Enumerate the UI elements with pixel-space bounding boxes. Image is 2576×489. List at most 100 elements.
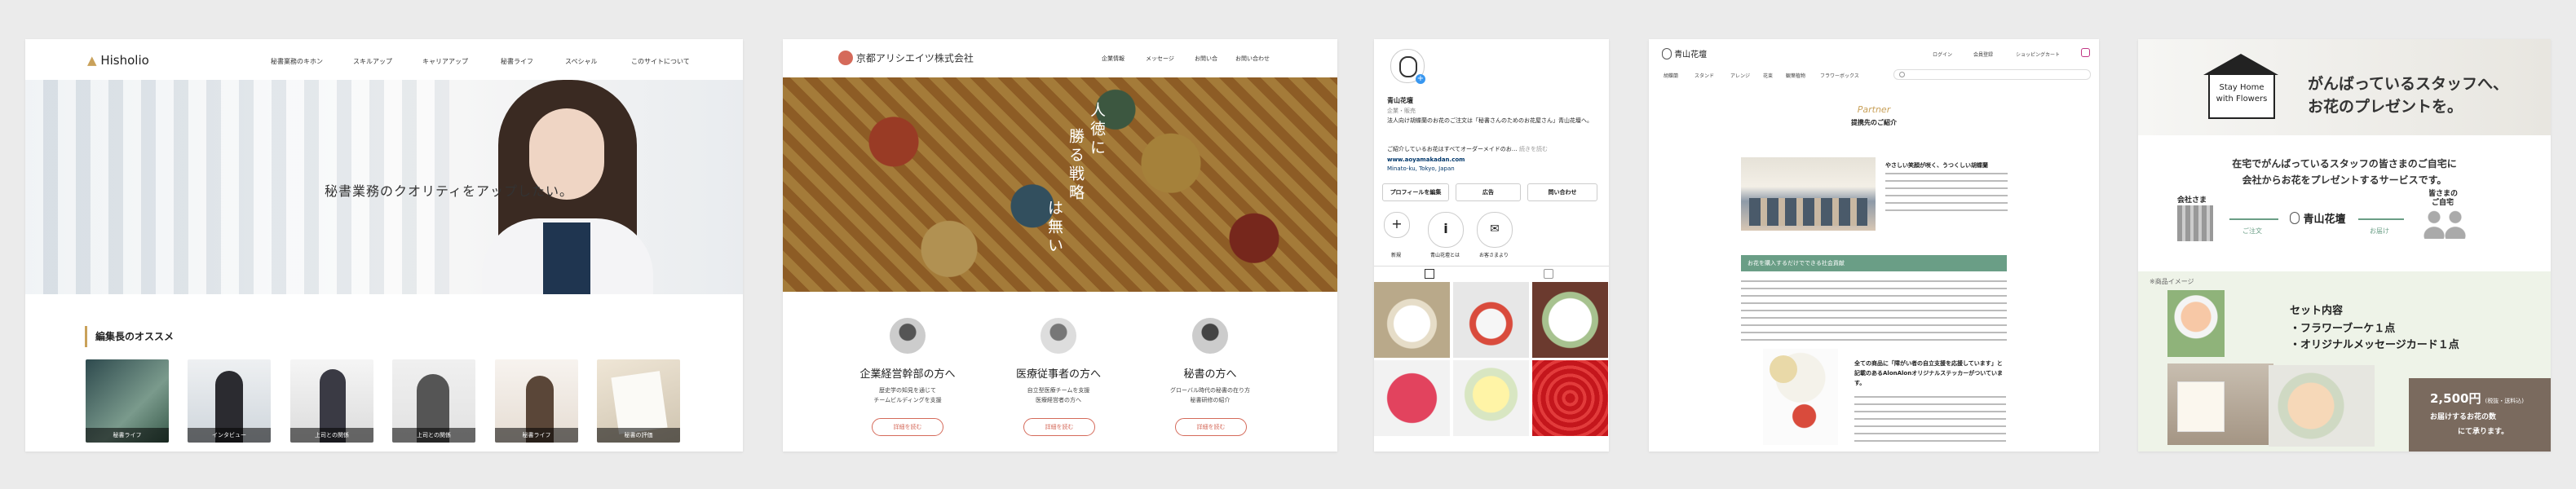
profile-bio: 法人向け胡蝶蘭のお花のご注文は「秘書さんのためのお花屋さん」青山花壇へ。 xyxy=(1387,117,1593,124)
profile-avatar[interactable]: + xyxy=(1390,49,1425,84)
card-aoyama-partner: 青山花壇 ログイン 会員登録 ショッピングカート 胡蝶蘭 スタンド アレンジ 花… xyxy=(1649,39,2099,452)
hero-vertical-line: は無い xyxy=(1045,200,1063,256)
login-link[interactable]: ログイン xyxy=(1933,51,1952,58)
thumb-card[interactable]: 秘書の評価 xyxy=(597,359,680,443)
nav-item[interactable]: フラワーボックス xyxy=(1820,72,1859,79)
add-story-icon[interactable]: + xyxy=(1416,74,1425,84)
detail-button[interactable]: 詳細を読む xyxy=(872,418,943,436)
highlight-new[interactable]: + xyxy=(1384,212,1410,238)
nav-item[interactable]: 企業情報 xyxy=(1102,55,1125,63)
logo-icon xyxy=(2290,212,2300,224)
headline-2: お花のプレゼントを。 xyxy=(2308,98,2463,116)
set-title: セット内容 xyxy=(2290,305,2344,317)
card-stay-home: Stay Home with Flowers がんばっているスタッフへ、 お花の… xyxy=(2138,39,2551,452)
house-roof-icon xyxy=(2203,54,2278,75)
thumb-label: 秘書の評価 xyxy=(597,428,680,443)
detail-button[interactable]: 詳細を読む xyxy=(1023,418,1095,436)
hero-overlay xyxy=(783,77,1337,292)
post-tile[interactable] xyxy=(1453,282,1529,358)
detail-button[interactable]: 詳細を読む xyxy=(1175,418,1247,436)
card-hisholio: ▲ Hisholio 秘書業務のキホン スキルアップ キャリアアップ 秘書ライフ… xyxy=(25,39,743,452)
photo-people xyxy=(1749,198,1867,226)
hero-painting: 人徳に 勝る戦略 は無い xyxy=(783,77,1337,292)
sticker-photo xyxy=(1763,349,1838,445)
thumb-label: 上司との関係 xyxy=(290,428,373,443)
thumb-card[interactable]: 上司との関係 xyxy=(290,359,373,443)
post-tile[interactable] xyxy=(1532,282,1608,358)
cart-link[interactable]: ショッピングカート xyxy=(2016,51,2060,58)
arrow-deliver xyxy=(2358,218,2404,220)
partner-title: 提携先のご紹介 xyxy=(1851,119,1897,126)
logo-line-1: Stay Home xyxy=(2219,83,2264,92)
nav-item[interactable]: このサイトについて xyxy=(631,57,690,66)
kyoto-logo[interactable]: 京都アリシエイツ株式会社 xyxy=(838,51,974,65)
chat-bubble-icon: ✉ xyxy=(1490,222,1500,236)
thumb-card[interactable]: インタビュー xyxy=(188,359,271,443)
post-tile[interactable] xyxy=(1374,282,1450,358)
plus-icon: + xyxy=(1391,216,1403,231)
col-desc: 医療経営者の方へ xyxy=(1036,397,1081,403)
read-more-link[interactable]: 続きを読む xyxy=(1519,146,1548,152)
nav-item[interactable]: 花束 xyxy=(1763,72,1773,79)
logo-icon xyxy=(1662,47,1672,59)
aoyama-logo[interactable]: 青山花壇 xyxy=(1662,47,1707,59)
product-flowers-photo xyxy=(2269,365,2375,447)
search-box[interactable] xyxy=(1893,69,2091,80)
price-value: 2,500円 (税抜・送料込) xyxy=(2430,391,2525,406)
profile-location: Minato-ku, Tokyo, Japan xyxy=(1387,165,1455,172)
nav-item[interactable]: お問い合わせ xyxy=(1235,55,1270,63)
card-kyoto: 京都アリシエイツ株式会社 企業情報 メッセージ お問い合 お問い合わせ 人徳に … xyxy=(783,39,1337,452)
cta-title: 全ての商品に「障がい者の自立支援を応援しています」と記載のあるAlonAlonオ… xyxy=(1854,360,2004,386)
highlight-reviews[interactable]: ✉ xyxy=(1477,212,1513,248)
nav-item[interactable]: スペシャル xyxy=(565,57,597,66)
nav-item[interactable]: アレンジ xyxy=(1730,72,1750,79)
nav-item[interactable]: お問い合 xyxy=(1195,55,1217,63)
col-avatar xyxy=(890,318,926,354)
tagged-icon[interactable] xyxy=(1544,269,1553,279)
flow-order-label: ご注文 xyxy=(2242,227,2262,235)
thumb-label: インタビュー xyxy=(188,428,271,443)
contact-button[interactable]: 問い合わせ xyxy=(1527,183,1597,201)
thumb-card[interactable]: 秘書ライフ xyxy=(495,359,578,443)
profile-name: 青山花壇 xyxy=(1387,97,1413,104)
highlight-label: 新規 xyxy=(1390,253,1401,258)
profile-url[interactable]: www.aoyamakadan.com xyxy=(1387,156,1465,163)
nav-item[interactable]: 秘書業務のキホン xyxy=(271,57,323,66)
nav-item[interactable]: キャリアアップ xyxy=(422,57,468,66)
highlight-about[interactable]: i xyxy=(1428,212,1464,248)
set-item: ・フラワーブーケ１点 xyxy=(2290,323,2396,335)
thumb-card[interactable]: 上司との関係 xyxy=(392,359,475,443)
hisholio-logo[interactable]: ▲ Hisholio xyxy=(87,53,149,68)
col-desc: 秘書研修の紹介 xyxy=(1190,397,1231,403)
thumb-card[interactable]: 秘書ライフ xyxy=(86,359,169,443)
instagram-icon[interactable] xyxy=(2081,48,2090,57)
post-tile[interactable] xyxy=(1374,360,1450,436)
info-icon: i xyxy=(1443,221,1448,236)
nav-item[interactable]: 胡蝶蘭 xyxy=(1664,72,1678,79)
set-item: ・オリジナルメッセージカード１点 xyxy=(2290,339,2459,351)
logo-icon: ▲ xyxy=(87,53,97,68)
nav-item[interactable]: メッセージ xyxy=(1146,55,1174,63)
nav-item[interactable]: スタンド xyxy=(1695,72,1714,79)
partner-photo xyxy=(1741,157,1876,231)
nav-item[interactable]: 秘書ライフ xyxy=(501,57,533,66)
edit-profile-button[interactable]: プロフィールを編集 xyxy=(1382,183,1449,201)
nav-item[interactable]: 観葉植物 xyxy=(1786,72,1805,79)
col-desc: 自立型医療チームを支援 xyxy=(1027,387,1090,394)
people-icon xyxy=(2424,208,2466,239)
post-tile[interactable] xyxy=(1453,360,1529,436)
post-tile[interactable] xyxy=(1532,360,1608,436)
person-blouse xyxy=(543,222,590,294)
brand-mark-icon xyxy=(1399,56,1417,77)
ads-button[interactable]: 広告 xyxy=(1456,183,1521,201)
grid-icon[interactable] xyxy=(1425,269,1434,279)
col-desc: チームビルディングを支援 xyxy=(873,397,942,403)
search-icon xyxy=(1899,72,1905,77)
product-card-photo xyxy=(2177,381,2225,432)
nav-item[interactable]: スキルアップ xyxy=(353,57,392,66)
register-link[interactable]: 会員登録 xyxy=(1973,51,1993,58)
sub-1: 在宅でがんばっているスタッフの皆さまのご自宅に xyxy=(2232,158,2457,170)
headline-1: がんばっているスタッフへ、 xyxy=(2308,75,2509,93)
sticker-badge xyxy=(1770,355,1797,383)
flow-deliver-label: お届け xyxy=(2370,227,2389,235)
